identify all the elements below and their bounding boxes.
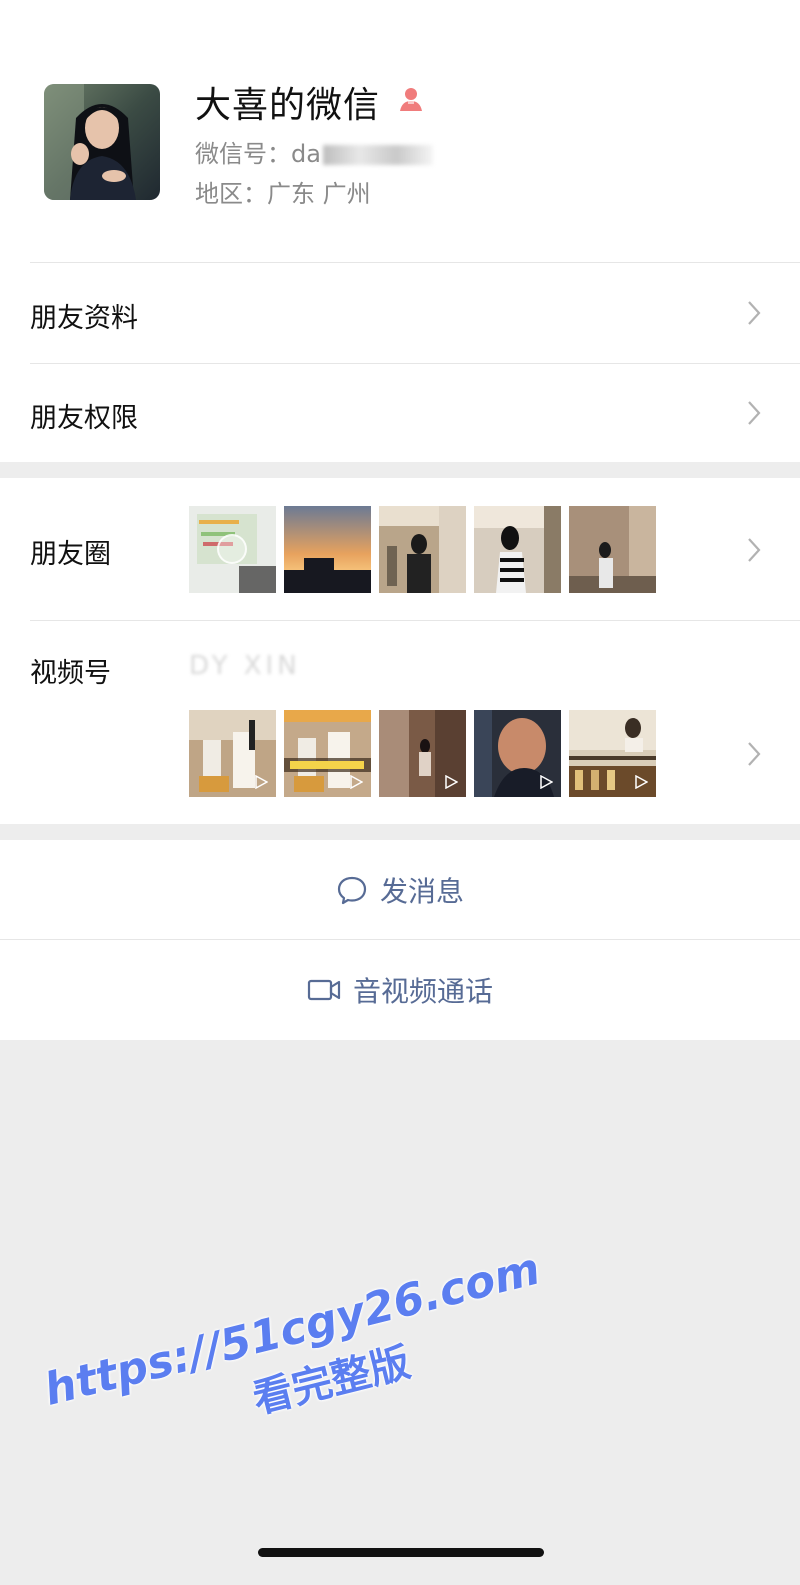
- region-value: 广东 广州: [267, 180, 371, 208]
- send-message-button[interactable]: 发消息: [0, 840, 800, 940]
- chevron-right-icon: [748, 538, 761, 562]
- friend-info-label: 朋友资料: [30, 303, 138, 334]
- chat-bubble-icon: [337, 876, 367, 905]
- watermark: https://51cgy26.com 看完整版: [20, 1195, 607, 1505]
- avatar[interactable]: [44, 84, 160, 200]
- channel-video-thumbnail[interactable]: [379, 710, 466, 797]
- region-label: 地区：: [195, 180, 267, 208]
- chevron-right-icon: [748, 401, 761, 425]
- moments-thumbnail[interactable]: [474, 506, 561, 593]
- play-icon: [540, 775, 553, 789]
- wechat-id-mask: [322, 145, 433, 165]
- channel-video-thumbnail[interactable]: [284, 710, 371, 797]
- video-call-label: 音视频通话: [352, 975, 493, 1008]
- profile-header: 大喜的微信 微信号：da 地区：广东 广州 朋友资料 朋友权限: [0, 0, 800, 462]
- wechat-id: 微信号：da: [195, 134, 433, 169]
- play-icon: [635, 775, 648, 789]
- person-icon: [400, 88, 422, 111]
- channel-video-thumbnail[interactable]: [189, 710, 276, 797]
- channel-video-thumbnail[interactable]: [569, 710, 656, 797]
- channel-id: DY XIN: [189, 651, 301, 681]
- moments-row[interactable]: 朋友圈: [0, 478, 800, 620]
- friend-info-row[interactable]: 朋友资料: [0, 263, 800, 363]
- actions-section: 发消息 音视频通话: [0, 840, 800, 1040]
- play-icon: [445, 775, 458, 789]
- friend-permissions-label: 朋友权限: [30, 403, 138, 434]
- moments-thumbnail[interactable]: [189, 506, 276, 593]
- contact-name: 大喜的微信: [195, 85, 381, 126]
- friend-permissions-row[interactable]: 朋友权限: [0, 364, 800, 462]
- play-icon: [255, 775, 268, 789]
- moments-thumbnail[interactable]: [569, 506, 656, 593]
- video-camera-icon: [307, 979, 341, 1001]
- send-message-label: 发消息: [379, 875, 464, 908]
- region: 地区：广东 广州: [195, 174, 371, 209]
- chevron-right-icon: [748, 301, 761, 325]
- channels-thumbnails: [189, 710, 656, 797]
- moments-thumbnail[interactable]: [379, 506, 466, 593]
- home-indicator[interactable]: [258, 1548, 544, 1557]
- moments-thumbnails: [189, 506, 656, 593]
- video-call-button[interactable]: 音视频通话: [0, 940, 800, 1040]
- play-icon: [350, 775, 363, 789]
- chevron-right-icon: [748, 742, 761, 766]
- moments-section: 朋友圈 视频号 DY XIN: [0, 478, 800, 824]
- wechat-id-label: 微信号：: [195, 140, 291, 168]
- moments-thumbnail[interactable]: [284, 506, 371, 593]
- wechat-id-value: da: [291, 140, 321, 168]
- channels-row[interactable]: 视频号 DY XIN: [0, 621, 800, 824]
- channel-video-thumbnail[interactable]: [474, 710, 561, 797]
- channels-label: 视频号: [30, 658, 111, 689]
- moments-label: 朋友圈: [30, 539, 111, 570]
- play-icon: [217, 534, 247, 564]
